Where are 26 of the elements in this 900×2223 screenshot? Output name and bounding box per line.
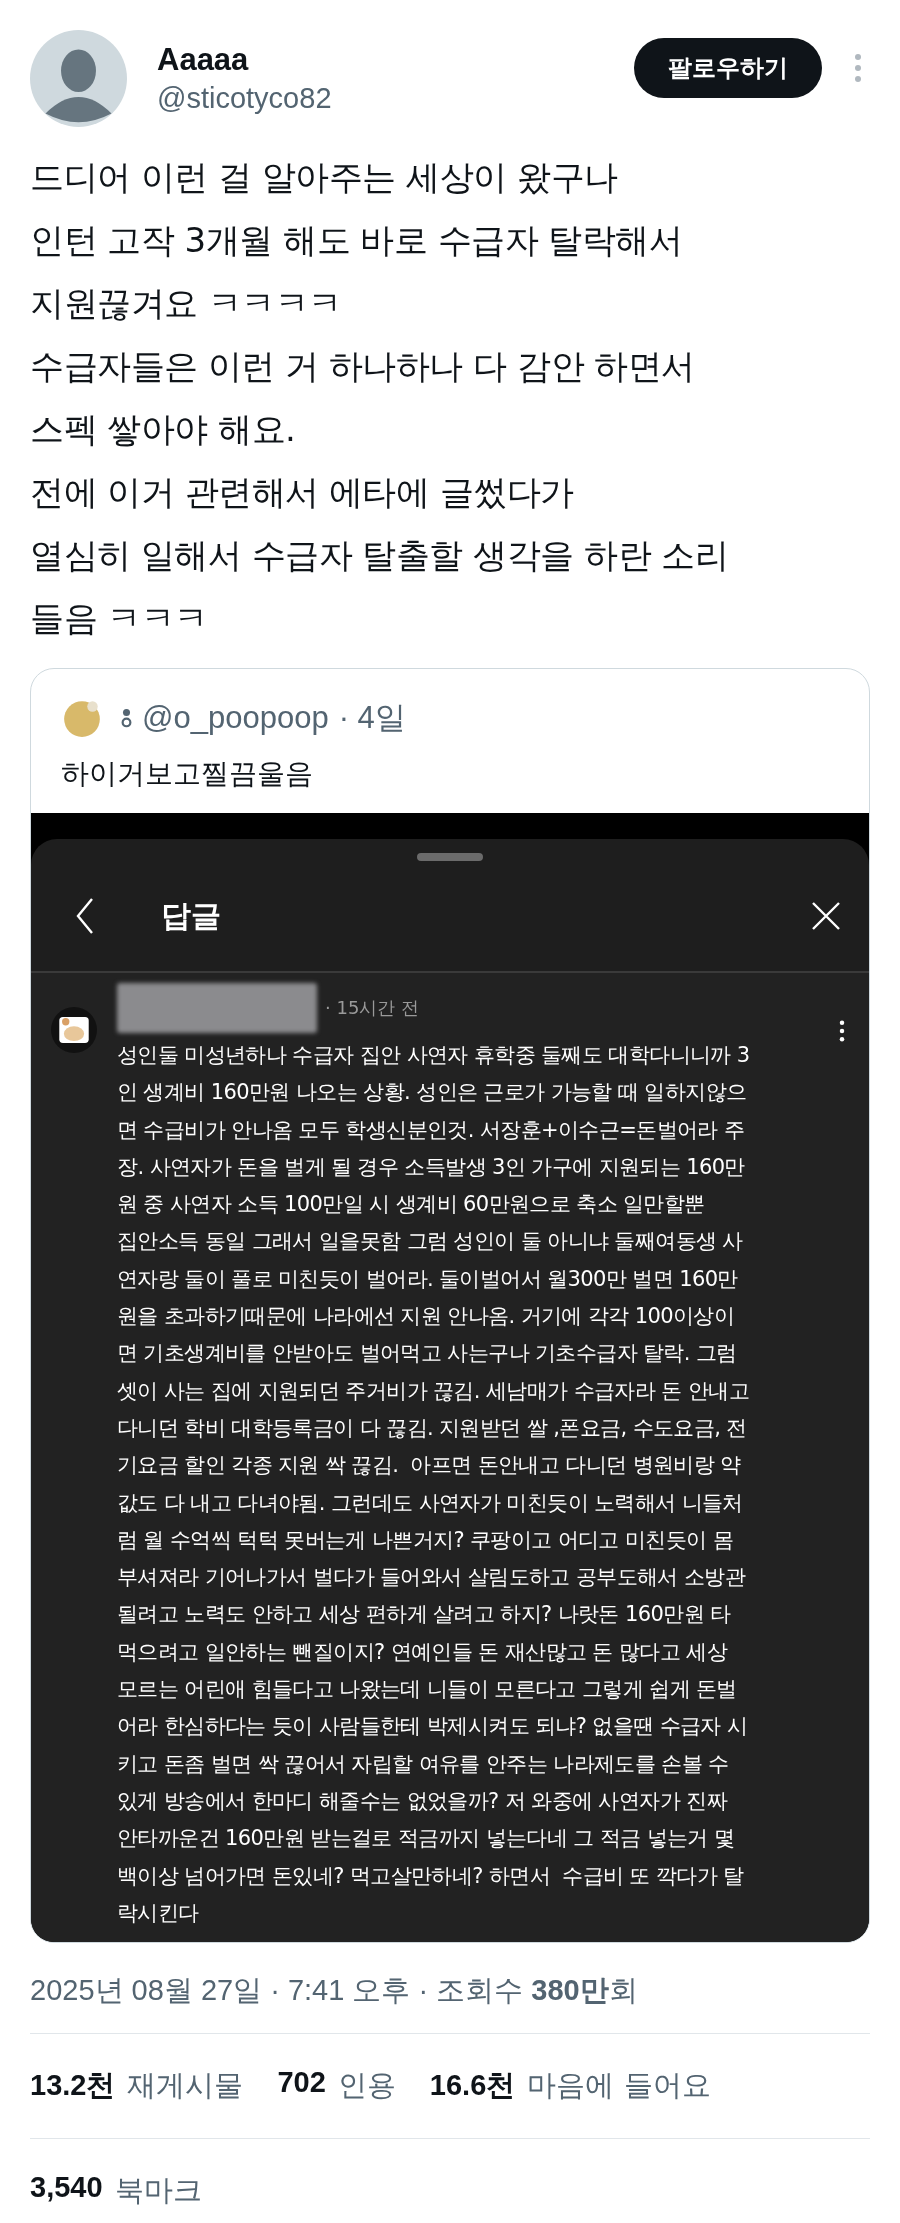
stat-label[interactable]: 인용 (337, 2066, 396, 2107)
stat-count[interactable]: 16.6천 (429, 2066, 516, 2107)
tweet-text: 드디어 이런 걸 알아주는 세상이 왔구나 인턴 고작 3개월 해도 바로 수급자 탈락해서 지원끊겨요 ㅋㅋㅋㅋ 수급자들은 이런 거 하나하나 다 감안 하면서 스펙 쌓아야 해요. 전에 이거 관련해서 에타에 글썼다가 열심히 일해서 수급자 탈출할 생각을 하란 소리 들음 ㅋㅋㅋ (30, 156, 730, 640)
stat-count[interactable]: 702 (277, 2066, 326, 2107)
close-icon[interactable] (811, 901, 841, 931)
post-meta: 2025년 08월 27일 · 7:41 오후 · 조회수 380만회 (30, 1973, 639, 2009)
bookmark-label[interactable]: 북마크 (114, 2171, 202, 2212)
quote-time: · 4일 (338, 699, 406, 737)
stat-count[interactable]: 13.2천 (30, 2066, 116, 2107)
follow-button[interactable]: 팔로우하기 (634, 38, 822, 98)
back-icon[interactable] (75, 896, 95, 936)
author-name[interactable]: Aaaaa (157, 41, 634, 78)
reply-time: · 15시간 전 (325, 996, 420, 1020)
bookmark-count[interactable]: 3,540 (30, 2171, 103, 2212)
reply-text: 성인둘 미성년하나 수급자 집안 사연자 휴학중 둘째도 대학다니니까 3 인 생계비 160만원 나오는 상황. 성인은 근로가 가능할 때 일하지않으 면 수급비가 안나옴 모두 학생신분인것. 서장훈+이수근=돈벌어라 주 장. 사연자가 돈을 벌게 될 경우 소득발생 3인 가구에 지원되는 160만 원 중 사연자 소득 100만일 시 생계비 60만원으로 축소 일만할뿐 집안소득 동일 그래서 일을못함 그럼 성인이 둘 아니냐 둘째여동생 사 연자랑 둘이 풀로 미친듯이 벌어라. 둘이벌어서 월300만 벌면 160만 원을 초과하기때문에 나라에선 지원 안나옴. 거기에 각각 100이상이 면 기초생계비를 안받아도 벌어먹고 사는구나 기초수급자 탈락. 그럼 셋이 사는 집에 지원되던 주거비가 끊김. 세남매가 수급자라 돈 안내고 다니던 학비 대학등록금이 다 끊김. 지원받던 쌀 ,폰요금, 수도요금, 전 기요금 할인 각종 지원 싹 끊김. 아프면 돈안내고 다니던 병원비랑 약 값도 다 내고 다녀야됨. 그런데도 사연자가 미친듯이 노력해서 니들처 럼 월 수억씩 턱턱 못버는게 나쁜거지? 쿠팡이고 어디고 미친듯이 몸 부셔져라 기어나가서 벌다가 들어와서 살림도하고 공부도해서 소방관 될려고 노력도 안하고 세상 편하게 살려고 하지? 나랏돈 160만원 타 먹으려고 일안하는 뺀질이지? 연예인들 돈 재산많고 돈 많다고 세상 모르는 어린애 힘들다고 나왔는데 니들이 모른다고 그렇게 쉽게 돈벌 어라 한심하다는 듯이 사람들한테 박제시켜도 되냐? 없을땐 수급자 시 키고 돈좀 벌면 싹 끊어서 자립할 여유를 안주는 나라제도를 손볼 수 있게 방송에서 한마디 해줄수는 없었을까? 저 와중에 사연자가 진짜 안타까운건 160만원 받는걸로 적금까지 넣는다네 그 적금 넣는거 몇 백이상 넘어가면 돈있네? 먹고살만하네? 하면서 수급비 또 깍다가 탈 락시킨다 (117, 1042, 751, 1927)
stat-label[interactable]: 재게시물 (127, 2066, 244, 2107)
quote-handle[interactable]: @o_poopoop (142, 700, 329, 736)
quote-text: 하이거보고찔끔울음 (60, 756, 314, 792)
drag-handle[interactable] (417, 853, 483, 861)
author-handle[interactable]: @sticotyco82 (157, 81, 634, 115)
avatar[interactable] (30, 29, 127, 127)
sheet-title: 답글 (161, 896, 222, 935)
avatar (51, 1007, 97, 1053)
more-icon (839, 1019, 845, 1043)
ring-icon (121, 707, 132, 729)
stat-label[interactable]: 마음에 들어요 (527, 2066, 711, 2107)
